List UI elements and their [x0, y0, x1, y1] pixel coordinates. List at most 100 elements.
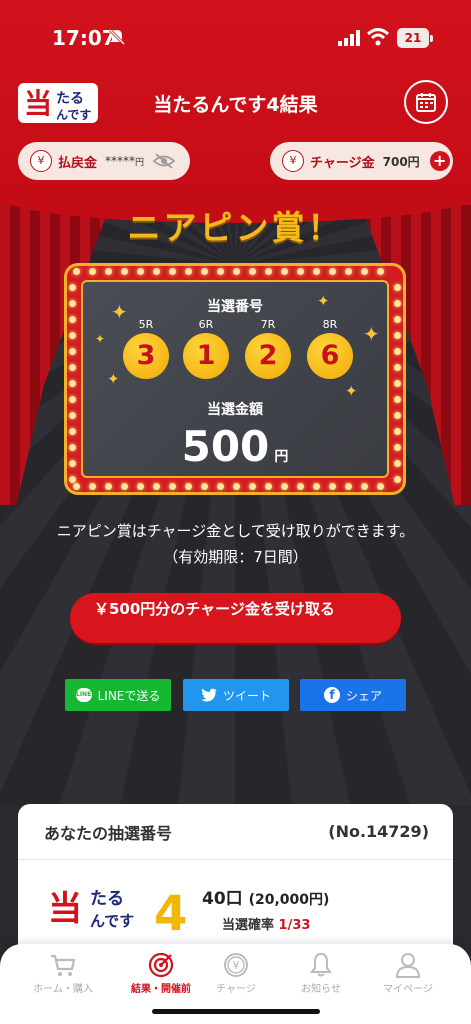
- marquee-bulb: [394, 316, 401, 323]
- prize-message-line: ニアピン賞はチャージ金として受け取りができます。: [56, 522, 415, 540]
- app-header: 17:07 21 当 たる んです 当たるんです4結果 ¥ 払戻金 ***** …: [0, 0, 471, 205]
- marquee-bulb: [69, 284, 76, 291]
- marquee-bulb: [345, 483, 352, 490]
- probability-label: 当選確率: [222, 918, 275, 933]
- charge-value: 700円: [382, 154, 420, 169]
- yen-coin-icon: ¥: [30, 150, 52, 172]
- charge-pill[interactable]: ¥ チャージ金 700円 +: [270, 142, 453, 180]
- race-label: 6R: [198, 318, 214, 331]
- marquee-bulb: [249, 483, 256, 490]
- tab-mypage[interactable]: マイページ: [361, 952, 455, 995]
- share-twitter-button[interactable]: ツイート: [183, 679, 289, 711]
- marquee-bulb: [233, 268, 240, 275]
- marquee-bulb: [201, 483, 208, 490]
- marquee-bulb: [121, 483, 128, 490]
- marquee-bulb: [185, 268, 192, 275]
- bell-off-icon: [108, 28, 126, 46]
- number-ball: 2: [245, 333, 291, 379]
- marquee-bulb: [394, 444, 401, 451]
- race-label: 8R: [322, 318, 338, 331]
- marquee-bulb: [249, 268, 256, 275]
- marquee-bulb: [69, 428, 76, 435]
- tab-home[interactable]: ホーム・購入: [16, 952, 110, 995]
- marquee-bulb: [329, 483, 336, 490]
- svg-text:¥: ¥: [233, 959, 240, 972]
- payout-pill[interactable]: ¥ 払戻金 ***** 円: [18, 142, 190, 180]
- add-charge-icon[interactable]: +: [429, 151, 450, 171]
- marquee-bulb: [69, 332, 76, 339]
- marquee-bulb: [217, 483, 224, 490]
- marquee-bulb: [69, 460, 76, 467]
- marquee-bulb: [73, 268, 80, 275]
- calendar-icon: [416, 93, 436, 112]
- status-bar: 17:07 21: [0, 24, 471, 54]
- marquee-bulb: [394, 300, 401, 307]
- home-indicator: [152, 1009, 320, 1014]
- marquee-bulb: [185, 483, 192, 490]
- receive-charge-button[interactable]: ￥500円分のチャージ金を受け取る: [70, 593, 401, 643]
- marquee-bulb: [201, 268, 208, 275]
- logo-digit: 4: [154, 886, 187, 938]
- marquee-bulb: [377, 268, 384, 275]
- marquee-bulb: [345, 268, 352, 275]
- share-line-button[interactable]: LINE LINEで送る: [65, 679, 171, 711]
- marquee-bulb: [394, 476, 401, 483]
- marquee-bulb: [105, 483, 112, 490]
- sparkle-icon: ✦: [95, 332, 106, 346]
- share-facebook-label: シェア: [345, 688, 382, 703]
- sparkle-icon: ✦: [107, 370, 120, 388]
- svg-text:当: 当: [48, 889, 82, 929]
- tab-news[interactable]: お知らせ: [274, 952, 368, 995]
- race-item: 7R 2: [245, 318, 291, 379]
- probability-value: 1/33: [278, 918, 311, 933]
- line-icon: LINE: [75, 688, 92, 702]
- marquee-bulb: [105, 268, 112, 275]
- product-logo: 当 たる んです 4: [48, 886, 187, 938]
- race-item: 8R 6: [307, 318, 353, 379]
- marquee-bulb: [281, 268, 288, 275]
- marquee-bulb: [153, 483, 160, 490]
- winning-numbers: 5R 3 6R 1 7R 2 8R 6: [123, 318, 353, 388]
- bell-icon: [310, 952, 332, 977]
- winning-amount-label: 当選金額: [207, 402, 263, 418]
- marquee-bulb: [361, 268, 368, 275]
- lottery-number: (No.14729): [328, 822, 429, 841]
- marquee-bulb: [394, 364, 401, 371]
- result-panel: 当選番号 5R 3 6R 1 7R 2 8R 6 当選金額 500 円 ✦ ✦ …: [81, 280, 389, 478]
- prize-message: ニアピン賞はチャージ金として受け取りができます。 （有効期限：7日間）: [0, 518, 471, 570]
- sparkle-icon: ✦: [317, 292, 330, 310]
- amount-value: 500: [181, 422, 270, 471]
- sparkle-icon: ✦: [345, 382, 358, 400]
- marquee-bulb: [265, 268, 272, 275]
- tab-label: お知らせ: [301, 984, 341, 995]
- marquee-bulb: [377, 483, 384, 490]
- marquee-bulb: [233, 483, 240, 490]
- race-item: 6R 1: [183, 318, 229, 379]
- calendar-button[interactable]: [404, 80, 448, 124]
- marquee-bulb: [137, 268, 144, 275]
- marquee-bulb: [69, 444, 76, 451]
- marquee-bulb: [153, 268, 160, 275]
- payout-label: 払戻金: [58, 155, 98, 171]
- marquee-bulb: [121, 268, 128, 275]
- payout-value: *****: [105, 154, 136, 168]
- yen-coin-icon: ¥: [224, 953, 248, 977]
- marquee-bulb: [69, 476, 76, 483]
- number-ball: 6: [307, 333, 353, 379]
- eye-off-icon[interactable]: [152, 152, 176, 170]
- svg-text:んです: んです: [90, 912, 134, 930]
- lottery-number-card: あなたの抽選番号 (No.14729) 当 たる んです 4 40口 (20,0…: [18, 804, 453, 964]
- tab-charge[interactable]: ¥ チャージ: [189, 952, 283, 995]
- ticket-price: (20,000円): [248, 892, 330, 908]
- race-item: 5R 3: [123, 318, 169, 379]
- win-probability: 当選確率 1/33: [222, 914, 310, 933]
- marquee-bulb: [297, 268, 304, 275]
- twitter-bird-icon: [200, 688, 217, 702]
- marquee-bulb: [394, 428, 401, 435]
- winning-number-label: 当選番号: [207, 299, 263, 315]
- share-facebook-button[interactable]: f シェア: [300, 679, 406, 711]
- ticket-count-value: 40口: [202, 889, 243, 909]
- share-line-label: LINEで送る: [97, 688, 161, 703]
- sparkle-icon: ✦: [363, 322, 380, 346]
- ticket-count: 40口 (20,000円): [202, 884, 329, 909]
